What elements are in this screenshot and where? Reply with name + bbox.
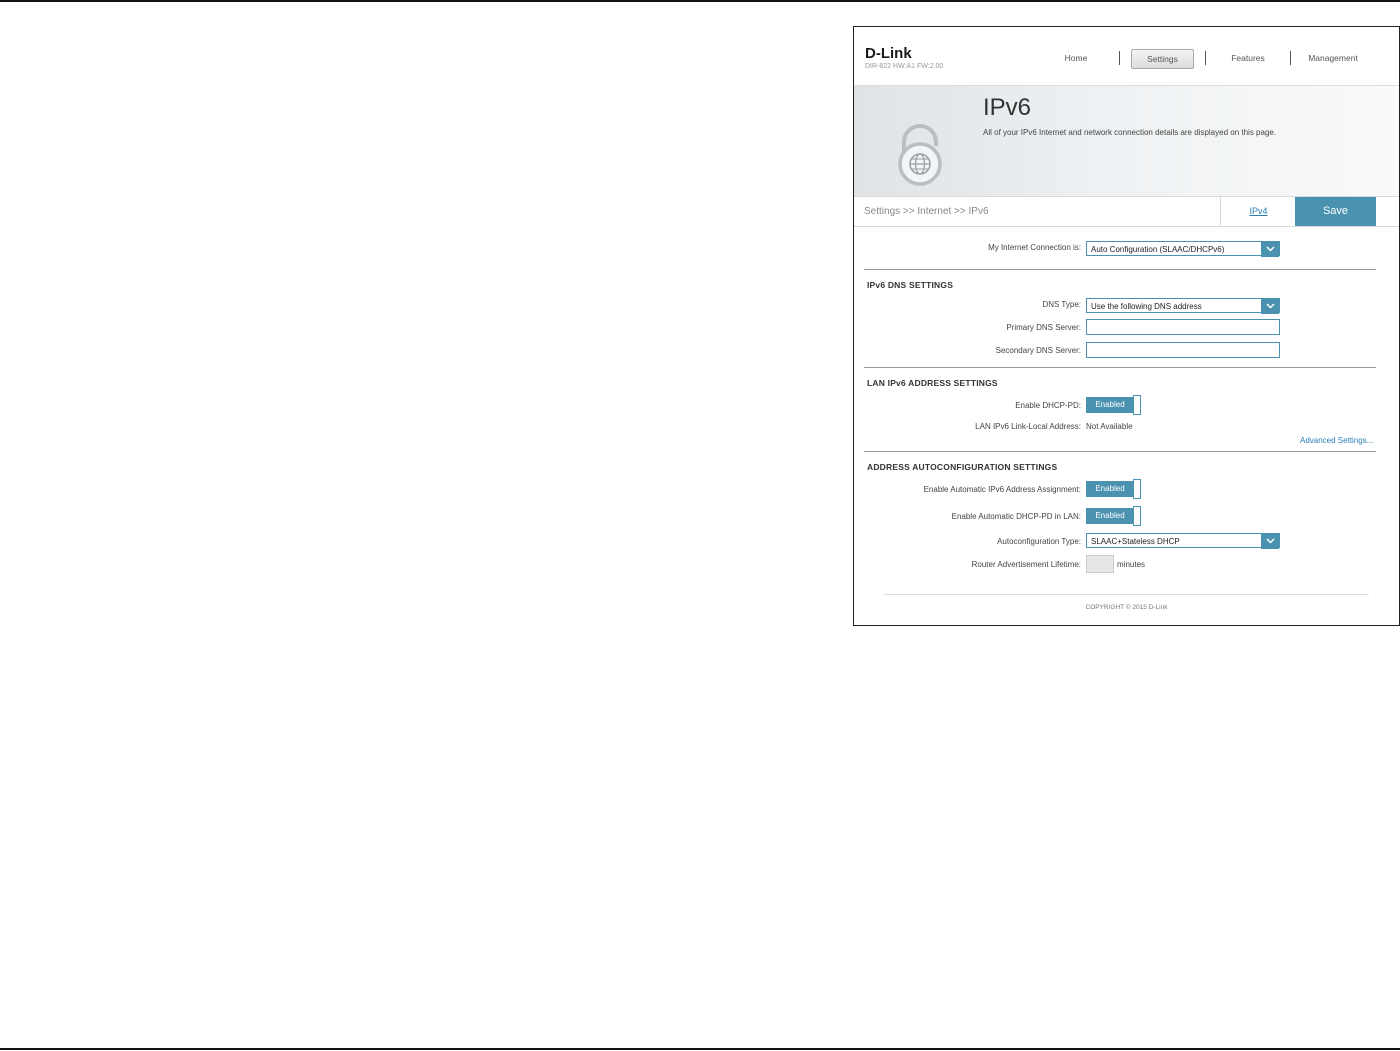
toggle-knob xyxy=(1133,395,1141,415)
auto-dhcp-pd-label: Enable Automatic DHCP-PD in LAN: xyxy=(951,512,1081,521)
page-banner: IPv6 All of your IPv6 Internet and netwo… xyxy=(854,86,1399,196)
autoconf-type-value: SLAAC+Stateless DHCP xyxy=(1091,537,1180,546)
dns-type-value: Use the following DNS address xyxy=(1091,302,1202,311)
autoconf-type-label: Autoconfiguration Type: xyxy=(997,537,1081,546)
auto-dhcp-pd-toggle[interactable]: Enabled xyxy=(1086,506,1142,526)
dns-type-select[interactable]: Use the following DNS address xyxy=(1086,298,1280,314)
nav-features[interactable]: Features xyxy=(1220,49,1276,67)
nav-separator xyxy=(1290,51,1291,65)
chevron-down-icon[interactable] xyxy=(1261,534,1279,549)
section-divider xyxy=(864,367,1376,368)
nav-separator xyxy=(1205,51,1206,65)
section-divider xyxy=(864,451,1376,452)
nav-home[interactable]: Home xyxy=(1050,49,1102,67)
connection-type-select[interactable]: Auto Configuration (SLAAC/DHCPv6) xyxy=(1086,241,1280,257)
dhcp-pd-toggle[interactable]: Enabled xyxy=(1086,395,1142,415)
footer-divider xyxy=(884,594,1369,595)
link-local-value: Not Available xyxy=(1086,422,1133,431)
connection-type-value: Auto Configuration (SLAAC/DHCPv6) xyxy=(1091,245,1225,254)
auto-assign-label: Enable Automatic IPv6 Address Assignment… xyxy=(923,485,1081,494)
toggle-state: Enabled xyxy=(1086,508,1134,524)
unlocked-padlock-globe-icon xyxy=(898,124,942,186)
autoconf-type-select[interactable]: SLAAC+Stateless DHCP xyxy=(1086,533,1280,549)
lan-section-title: LAN IPv6 ADDRESS SETTINGS xyxy=(867,378,998,388)
model-info: DIR-822 HW:A1 FW:2.00 xyxy=(865,63,944,70)
chevron-down-icon[interactable] xyxy=(1261,242,1279,257)
copyright-text: COPYRIGHT © 2015 D-Link xyxy=(1085,604,1168,611)
page-title: IPv6 xyxy=(983,94,1032,121)
page-top-rule xyxy=(0,0,1400,2)
page-description: All of your IPv6 Internet and network co… xyxy=(983,128,1277,137)
ra-lifetime-label: Router Advertisement Lifetime: xyxy=(971,560,1081,569)
page-bottom-rule xyxy=(0,1048,1400,1050)
nav-settings[interactable]: Settings xyxy=(1131,49,1194,69)
secondary-dns-label: Secondary DNS Server: xyxy=(995,346,1081,355)
top-header: D-Link DIR-822 HW:A1 FW:2.00 Home Settin… xyxy=(854,27,1399,86)
chevron-down-icon[interactable] xyxy=(1261,299,1279,314)
primary-dns-label: Primary DNS Server: xyxy=(1006,323,1081,332)
toggle-state: Enabled xyxy=(1086,397,1134,413)
ra-lifetime-input[interactable] xyxy=(1086,555,1114,573)
toggle-knob xyxy=(1133,479,1141,499)
primary-dns-input[interactable] xyxy=(1086,319,1280,335)
toggle-state: Enabled xyxy=(1086,481,1134,497)
dns-section-title: IPv6 DNS SETTINGS xyxy=(867,280,954,290)
connection-type-label: My Internet Connection is: xyxy=(988,243,1081,252)
toggle-knob xyxy=(1133,506,1141,526)
dlink-logo: D-Link xyxy=(865,45,912,62)
router-ui-screenshot: D-Link DIR-822 HW:A1 FW:2.00 Home Settin… xyxy=(853,26,1400,626)
dns-type-label: DNS Type: xyxy=(1042,300,1081,309)
save-button[interactable]: Save xyxy=(1295,197,1376,226)
autoconf-section-title: ADDRESS AUTOCONFIGURATION SETTINGS xyxy=(867,462,1058,472)
ra-lifetime-unit: minutes xyxy=(1117,560,1146,569)
auto-assign-toggle[interactable]: Enabled xyxy=(1086,479,1142,499)
breadcrumb-bar: Settings >> Internet >> IPv6 IPv4 Save xyxy=(854,196,1399,227)
section-divider xyxy=(864,269,1376,270)
ipv4-link[interactable]: IPv4 xyxy=(1220,197,1296,226)
nav-management[interactable]: Management xyxy=(1304,49,1362,67)
breadcrumb: Settings >> Internet >> IPv6 xyxy=(864,206,989,217)
advanced-settings-link[interactable]: Advanced Settings... xyxy=(1300,436,1373,445)
dhcp-pd-label: Enable DHCP-PD: xyxy=(1015,401,1081,410)
nav-separator xyxy=(1119,51,1120,65)
link-local-label: LAN IPv6 Link-Local Address: xyxy=(975,422,1081,431)
secondary-dns-input[interactable] xyxy=(1086,342,1280,358)
